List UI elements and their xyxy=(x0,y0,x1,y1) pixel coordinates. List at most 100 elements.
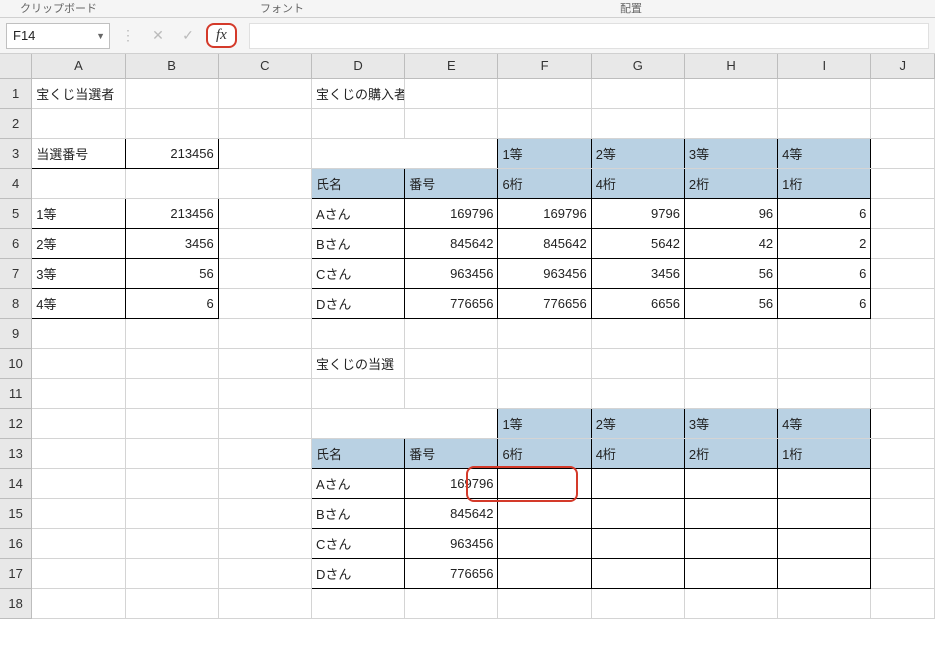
cell[interactable] xyxy=(871,498,935,528)
cell[interactable] xyxy=(684,318,777,348)
cell[interactable]: 6656 xyxy=(591,288,684,318)
cell[interactable] xyxy=(591,558,684,588)
cell[interactable] xyxy=(591,348,684,378)
cell[interactable]: 6 xyxy=(778,258,871,288)
row-header[interactable]: 15 xyxy=(0,498,32,528)
formula-input[interactable] xyxy=(249,23,929,49)
cell[interactable] xyxy=(125,108,218,138)
cell[interactable]: 56 xyxy=(125,258,218,288)
cell[interactable] xyxy=(218,288,311,318)
cell[interactable] xyxy=(32,438,125,468)
cell[interactable] xyxy=(684,528,777,558)
cell[interactable] xyxy=(684,558,777,588)
cell[interactable] xyxy=(591,318,684,348)
cell[interactable] xyxy=(311,138,497,168)
cell[interactable] xyxy=(218,468,311,498)
row-header[interactable]: 16 xyxy=(0,528,32,558)
cell[interactable]: 42 xyxy=(684,228,777,258)
cell[interactable]: 4桁 xyxy=(591,438,684,468)
cell[interactable]: 氏名 xyxy=(311,438,404,468)
cell[interactable] xyxy=(32,408,125,438)
cell[interactable] xyxy=(591,498,684,528)
cell[interactable]: 4等 xyxy=(778,408,871,438)
cell[interactable] xyxy=(125,408,218,438)
cell[interactable]: 963456 xyxy=(405,258,498,288)
cell[interactable] xyxy=(871,288,935,318)
name-box[interactable]: F14 ▼ xyxy=(6,23,110,49)
row-header[interactable]: 6 xyxy=(0,228,32,258)
cell[interactable] xyxy=(778,318,871,348)
cell[interactable]: Cさん xyxy=(311,528,404,558)
cell[interactable]: 3456 xyxy=(591,258,684,288)
cell[interactable]: 6桁 xyxy=(498,438,591,468)
row-header[interactable]: 13 xyxy=(0,438,32,468)
cell[interactable] xyxy=(125,528,218,558)
cell[interactable] xyxy=(778,588,871,618)
row-header[interactable]: 10 xyxy=(0,348,32,378)
cell[interactable] xyxy=(871,138,935,168)
row-header[interactable]: 4 xyxy=(0,168,32,198)
cell[interactable] xyxy=(871,78,935,108)
cell[interactable] xyxy=(498,348,591,378)
row-header[interactable]: 5 xyxy=(0,198,32,228)
cell[interactable] xyxy=(32,588,125,618)
cell[interactable] xyxy=(32,348,125,378)
cell[interactable] xyxy=(32,468,125,498)
cell[interactable] xyxy=(778,468,871,498)
cell[interactable] xyxy=(871,258,935,288)
cell[interactable] xyxy=(591,78,684,108)
cell[interactable] xyxy=(125,438,218,468)
cell[interactable] xyxy=(684,78,777,108)
row-header[interactable]: 9 xyxy=(0,318,32,348)
cell[interactable]: 56 xyxy=(684,258,777,288)
cell[interactable]: 宝くじ当選者 xyxy=(32,78,125,108)
select-all-corner[interactable] xyxy=(0,54,32,78)
cell[interactable] xyxy=(871,168,935,198)
cell[interactable] xyxy=(871,318,935,348)
cell[interactable]: 宝くじの当選 xyxy=(311,348,404,378)
cell[interactable]: Bさん xyxy=(311,228,404,258)
cell[interactable] xyxy=(125,468,218,498)
cell[interactable] xyxy=(498,378,591,408)
cell[interactable] xyxy=(498,318,591,348)
col-header[interactable]: E xyxy=(405,54,498,78)
cell[interactable] xyxy=(32,498,125,528)
cell[interactable] xyxy=(871,528,935,558)
cell[interactable] xyxy=(684,378,777,408)
cell[interactable]: 1等 xyxy=(32,198,125,228)
cell[interactable] xyxy=(311,588,404,618)
cell[interactable] xyxy=(498,468,591,498)
cell[interactable] xyxy=(125,588,218,618)
cell[interactable] xyxy=(125,378,218,408)
cell[interactable]: 2 xyxy=(778,228,871,258)
col-header[interactable]: F xyxy=(498,54,591,78)
row-header[interactable]: 2 xyxy=(0,108,32,138)
row-header[interactable]: 12 xyxy=(0,408,32,438)
cell[interactable] xyxy=(405,78,498,108)
cell[interactable] xyxy=(125,168,218,198)
cell[interactable] xyxy=(498,528,591,558)
enter-icon[interactable]: ✓ xyxy=(176,24,200,48)
cell[interactable] xyxy=(125,348,218,378)
cell[interactable] xyxy=(218,528,311,558)
cell[interactable]: 6桁 xyxy=(498,168,591,198)
cell[interactable] xyxy=(871,348,935,378)
cell[interactable] xyxy=(32,378,125,408)
cell[interactable] xyxy=(684,108,777,138)
cell[interactable]: 169796 xyxy=(405,468,498,498)
cell[interactable]: Dさん xyxy=(311,558,404,588)
cell[interactable] xyxy=(405,588,498,618)
cell[interactable] xyxy=(871,558,935,588)
col-header[interactable]: G xyxy=(591,54,684,78)
cell[interactable] xyxy=(684,588,777,618)
cell[interactable] xyxy=(218,78,311,108)
cell[interactable] xyxy=(125,498,218,528)
cell[interactable] xyxy=(218,408,311,438)
cell[interactable] xyxy=(311,408,497,438)
cell[interactable] xyxy=(591,468,684,498)
cell[interactable]: 213456 xyxy=(125,198,218,228)
row-header[interactable]: 18 xyxy=(0,588,32,618)
cell[interactable] xyxy=(498,78,591,108)
cell[interactable] xyxy=(218,168,311,198)
cell[interactable]: 5642 xyxy=(591,228,684,258)
